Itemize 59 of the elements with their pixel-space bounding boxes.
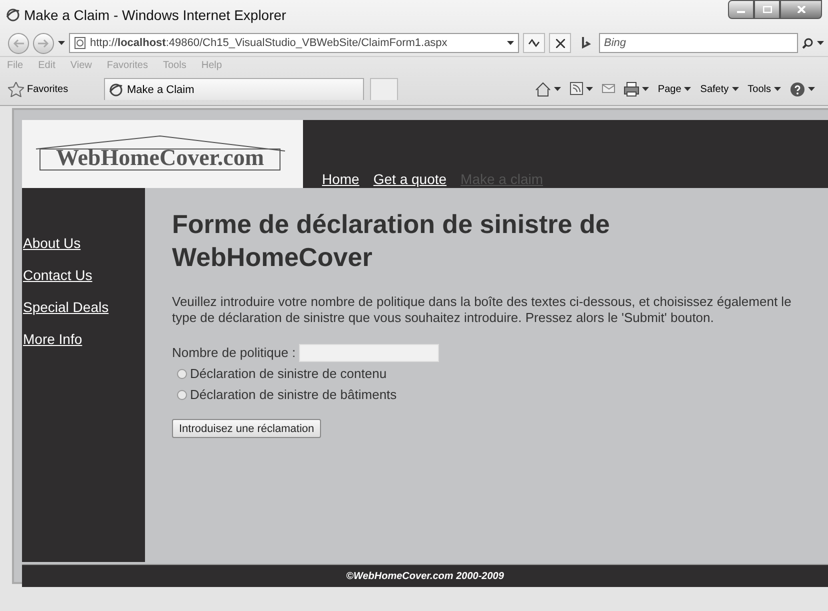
policy-number-field[interactable] xyxy=(298,344,439,362)
caret-icon xyxy=(732,87,739,91)
address-field[interactable]: http://localhost:49860/Ch15_VisualStudio_VBWebSite/ClaimForm1.aspx xyxy=(69,33,519,53)
caret-icon xyxy=(586,87,593,91)
submit-button[interactable]: Introduisez une réclamation xyxy=(172,419,322,438)
browser-logo-icon xyxy=(6,8,20,22)
nav-link[interactable]: Home xyxy=(322,170,360,188)
refresh-button[interactable] xyxy=(523,33,545,53)
star-icon xyxy=(8,82,24,96)
maximize-button[interactable] xyxy=(754,0,780,19)
close-button[interactable] xyxy=(780,0,822,19)
field-label: Nombre de politique : xyxy=(172,345,296,360)
close-icon xyxy=(556,38,564,48)
print-icon xyxy=(624,82,639,96)
instructions-text: Veuillez introduire votre nombre de politique dans la boîte des textes ci-dessous, et choisissez également le type de déclaration de sinistre que vous souhaitez introduire. Pressez alors le 'Submit' bouton. xyxy=(172,294,792,326)
caret-icon xyxy=(817,41,824,45)
favorites-button[interactable]: Favorites xyxy=(6,80,98,98)
close-icon xyxy=(796,6,806,13)
radio-button[interactable] xyxy=(177,390,187,400)
help-icon xyxy=(790,82,805,96)
command-menu[interactable]: Tools xyxy=(746,82,782,96)
left-arrow-icon xyxy=(13,38,24,48)
copyright-text: ©WebHomeCover.com 2000-2009 xyxy=(346,570,504,582)
forward-button[interactable] xyxy=(33,32,54,54)
maximize-icon xyxy=(762,6,772,13)
feeds-icon xyxy=(570,82,583,96)
help-button[interactable] xyxy=(789,80,816,98)
minimize-button[interactable] xyxy=(728,0,754,19)
sidebar-link[interactable]: More Info xyxy=(23,330,82,348)
history-caret-icon xyxy=(58,41,65,45)
right-arrow-icon xyxy=(38,38,49,48)
caret-icon xyxy=(554,87,561,91)
radio-button[interactable] xyxy=(177,368,187,378)
caret-icon xyxy=(642,87,649,91)
back-button[interactable] xyxy=(8,32,29,54)
search-field[interactable]: Bing xyxy=(599,33,798,53)
command-menu[interactable]: Page xyxy=(656,82,692,96)
browser-tab[interactable]: Make a Claim xyxy=(104,78,364,100)
radio-label[interactable]: Déclaration de sinistre de contenu xyxy=(190,366,387,381)
sidebar-link[interactable]: About Us xyxy=(23,234,81,252)
print-button[interactable] xyxy=(622,80,650,98)
sidebar-link[interactable]: Special Deals xyxy=(23,298,109,316)
caret-icon xyxy=(774,87,781,91)
window-title: Make a Claim - Windows Internet Explorer xyxy=(24,7,288,23)
page-icon xyxy=(74,37,86,49)
command-menu[interactable]: Safety xyxy=(699,82,740,96)
page-heading: Forme de déclaration de sinistre de WebHomeCover xyxy=(172,208,611,274)
radio-label[interactable]: Déclaration de sinistre de bâtiments xyxy=(190,387,397,402)
caret-icon xyxy=(808,87,815,91)
search-icon xyxy=(802,38,813,48)
caret-icon xyxy=(507,41,514,45)
caret-icon xyxy=(684,87,692,91)
home-button[interactable] xyxy=(534,80,562,98)
sidebar-link[interactable]: Contact Us xyxy=(23,266,92,284)
home-icon xyxy=(534,82,551,96)
nav-link[interactable]: Get a quote xyxy=(373,170,447,188)
feeds-button[interactable] xyxy=(568,80,594,98)
stop-button[interactable] xyxy=(549,33,571,53)
browser-logo-icon xyxy=(109,82,123,96)
